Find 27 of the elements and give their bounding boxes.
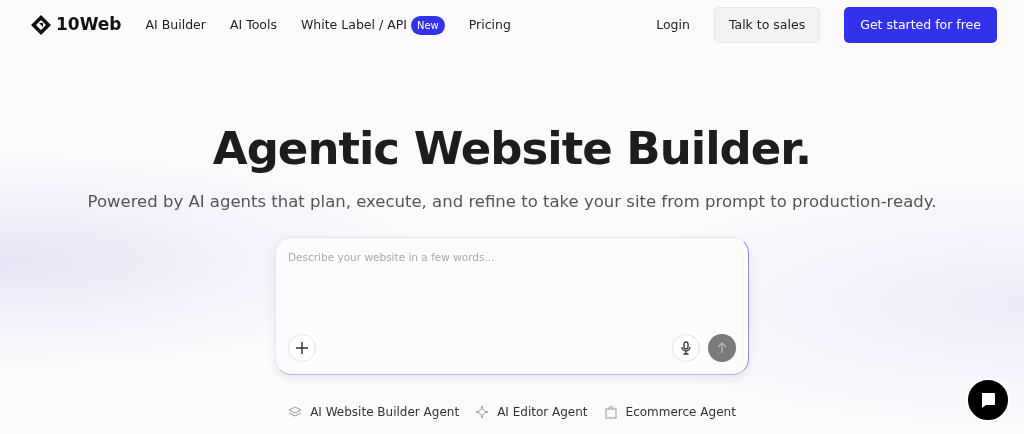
bag-icon [603,404,618,419]
agent-link[interactable]: AI Website Builder Agent [310,402,460,421]
prompt-box[interactable]: Describe your website in a few words... [275,236,749,375]
get-started-button[interactable]: Get started for free [844,6,997,44]
chat-button[interactable] [966,378,1010,422]
plus-icon [295,340,309,355]
microphone-icon [680,340,692,355]
login-link[interactable]: Login [656,15,690,35]
agent-link[interactable]: Ecommerce Agent [625,402,736,421]
new-badge: New [410,15,445,35]
microphone-button[interactable] [672,333,700,362]
arrow-up-icon [716,341,728,354]
nav-link[interactable]: Pricing [468,15,511,35]
agent-link[interactable]: AI Editor Agent [497,402,588,421]
logo-icon [30,14,52,36]
sparkle-icon [475,404,490,419]
nav-link[interactable]: White Label / API [300,15,407,35]
talk-to-sales-button[interactable]: Talk to sales [713,6,821,44]
add-button[interactable] [288,333,316,362]
brand-name[interactable]: 10Web [56,12,122,38]
hero-subtitle: Powered by AI agents that plan, execute, and refine to take your site from prompt to production-ready. [86,191,938,213]
nav-link[interactable]: AI Tools [229,15,277,35]
nav-link[interactable]: AI Builder [145,15,206,35]
chat-icon [979,391,997,409]
layers-icon [288,404,303,419]
hero-title: Agentic Website Builder. [211,122,813,176]
prompt-field[interactable]: Describe your website in a few words... [288,249,736,334]
